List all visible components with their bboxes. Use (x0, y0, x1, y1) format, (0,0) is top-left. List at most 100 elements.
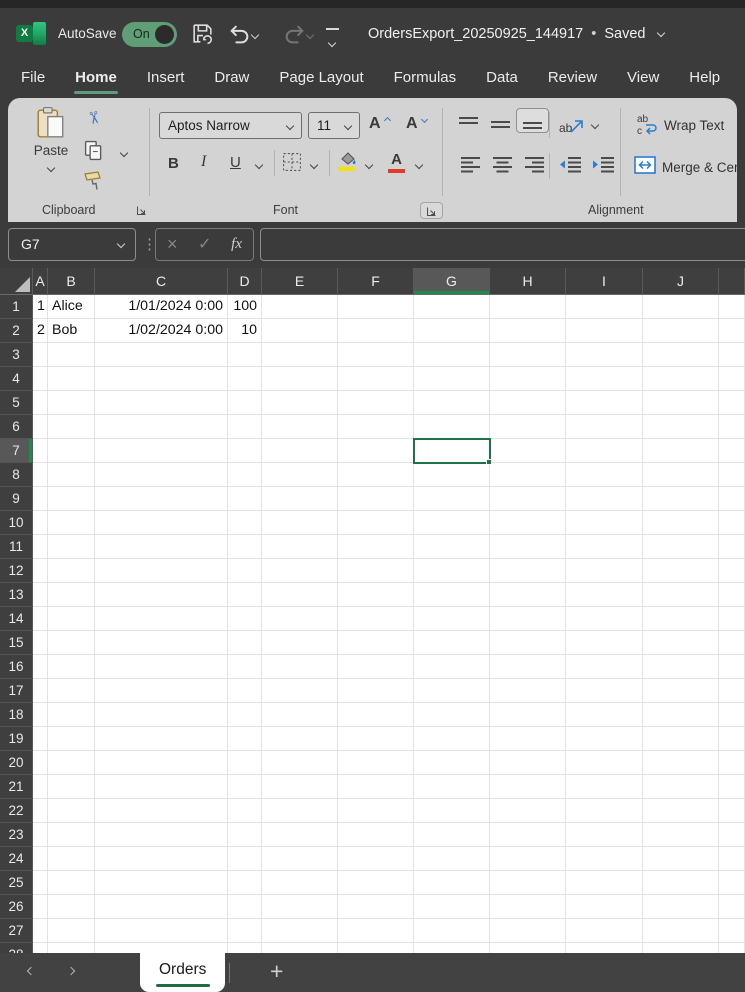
cell-J8[interactable] (643, 463, 719, 487)
cell-A23[interactable] (33, 823, 48, 847)
fill-color-button[interactable] (338, 150, 358, 171)
align-right-button[interactable] (524, 156, 545, 174)
font-dialog-launcher[interactable] (420, 202, 443, 219)
row-header-17[interactable]: 17 (0, 679, 33, 703)
cell-B1[interactable]: Alice (48, 295, 95, 319)
cell-E3[interactable] (262, 343, 338, 367)
cell-G4[interactable] (414, 367, 490, 391)
cell-E7[interactable] (262, 439, 338, 463)
cell-D9[interactable] (228, 487, 262, 511)
cell-F17[interactable] (338, 679, 414, 703)
cell-partial16[interactable] (719, 655, 745, 679)
wrap-text-label[interactable]: Wrap Text (664, 118, 724, 133)
cell-F7[interactable] (338, 439, 414, 463)
underline-dropdown-chevron[interactable] (255, 161, 263, 169)
column-header-G[interactable]: G (414, 268, 490, 295)
cell-E20[interactable] (262, 751, 338, 775)
cell-H16[interactable] (490, 655, 566, 679)
cell-I28[interactable] (566, 943, 643, 953)
cell-I10[interactable] (566, 511, 643, 535)
cell-G23[interactable] (414, 823, 490, 847)
cell-E8[interactable] (262, 463, 338, 487)
increase-font-size-button[interactable]: A (369, 115, 381, 133)
cell-partial21[interactable] (719, 775, 745, 799)
align-left-button[interactable] (460, 156, 481, 174)
cell-C15[interactable] (95, 631, 228, 655)
row-header-8[interactable]: 8 (0, 463, 33, 487)
menu-tab-view[interactable]: View (612, 60, 674, 98)
name-box[interactable]: G7 (8, 228, 136, 261)
cell-D22[interactable] (228, 799, 262, 823)
cell-F25[interactable] (338, 871, 414, 895)
cell-F2[interactable] (338, 319, 414, 343)
cell-I26[interactable] (566, 895, 643, 919)
cell-F8[interactable] (338, 463, 414, 487)
cell-E23[interactable] (262, 823, 338, 847)
cell-D6[interactable] (228, 415, 262, 439)
cell-B9[interactable] (48, 487, 95, 511)
cell-G8[interactable] (414, 463, 490, 487)
cell-G24[interactable] (414, 847, 490, 871)
merge-center-button[interactable] (634, 156, 656, 174)
cell-A4[interactable] (33, 367, 48, 391)
cell-F14[interactable] (338, 607, 414, 631)
cell-J18[interactable] (643, 703, 719, 727)
cell-F10[interactable] (338, 511, 414, 535)
cell-F9[interactable] (338, 487, 414, 511)
cell-D27[interactable] (228, 919, 262, 943)
cell-I24[interactable] (566, 847, 643, 871)
merge-center-label[interactable]: Merge & Cen (662, 160, 737, 175)
cell-J28[interactable] (643, 943, 719, 953)
cell-H26[interactable] (490, 895, 566, 919)
cell-partial25[interactable] (719, 871, 745, 895)
column-header-C[interactable]: C (95, 268, 228, 295)
cell-H15[interactable] (490, 631, 566, 655)
cell-H13[interactable] (490, 583, 566, 607)
cell-G22[interactable] (414, 799, 490, 823)
cell-partial12[interactable] (719, 559, 745, 583)
orientation-dropdown-chevron[interactable] (591, 121, 599, 129)
cell-H10[interactable] (490, 511, 566, 535)
orientation-button[interactable]: ab (559, 112, 585, 136)
cell-J25[interactable] (643, 871, 719, 895)
cell-D2[interactable]: 10 (228, 319, 262, 343)
cell-E5[interactable] (262, 391, 338, 415)
fill-color-dropdown-chevron[interactable] (365, 161, 373, 169)
cell-J26[interactable] (643, 895, 719, 919)
cell-I21[interactable] (566, 775, 643, 799)
cell-J13[interactable] (643, 583, 719, 607)
cell-J7[interactable] (643, 439, 719, 463)
cell-G3[interactable] (414, 343, 490, 367)
cell-partial15[interactable] (719, 631, 745, 655)
cell-C8[interactable] (95, 463, 228, 487)
cell-H19[interactable] (490, 727, 566, 751)
cell-H17[interactable] (490, 679, 566, 703)
cell-J20[interactable] (643, 751, 719, 775)
formula-input[interactable] (260, 228, 745, 261)
cell-B19[interactable] (48, 727, 95, 751)
cell-I15[interactable] (566, 631, 643, 655)
row-header-22[interactable]: 22 (0, 799, 33, 823)
cell-D23[interactable] (228, 823, 262, 847)
row-header-4[interactable]: 4 (0, 367, 33, 391)
cell-A22[interactable] (33, 799, 48, 823)
cell-F16[interactable] (338, 655, 414, 679)
cell-C5[interactable] (95, 391, 228, 415)
italic-button[interactable]: I (201, 153, 206, 171)
cell-B8[interactable] (48, 463, 95, 487)
cell-partial7[interactable] (719, 439, 745, 463)
cell-J16[interactable] (643, 655, 719, 679)
cell-F13[interactable] (338, 583, 414, 607)
cell-J14[interactable] (643, 607, 719, 631)
cell-A7[interactable] (33, 439, 48, 463)
menu-tab-home[interactable]: Home (60, 60, 132, 98)
cell-H22[interactable] (490, 799, 566, 823)
cell-J24[interactable] (643, 847, 719, 871)
cell-H7[interactable] (490, 439, 566, 463)
cell-H2[interactable] (490, 319, 566, 343)
cell-G28[interactable] (414, 943, 490, 953)
decrease-indent-button[interactable] (559, 156, 582, 173)
cell-D8[interactable] (228, 463, 262, 487)
cell-A12[interactable] (33, 559, 48, 583)
cell-partial9[interactable] (719, 487, 745, 511)
